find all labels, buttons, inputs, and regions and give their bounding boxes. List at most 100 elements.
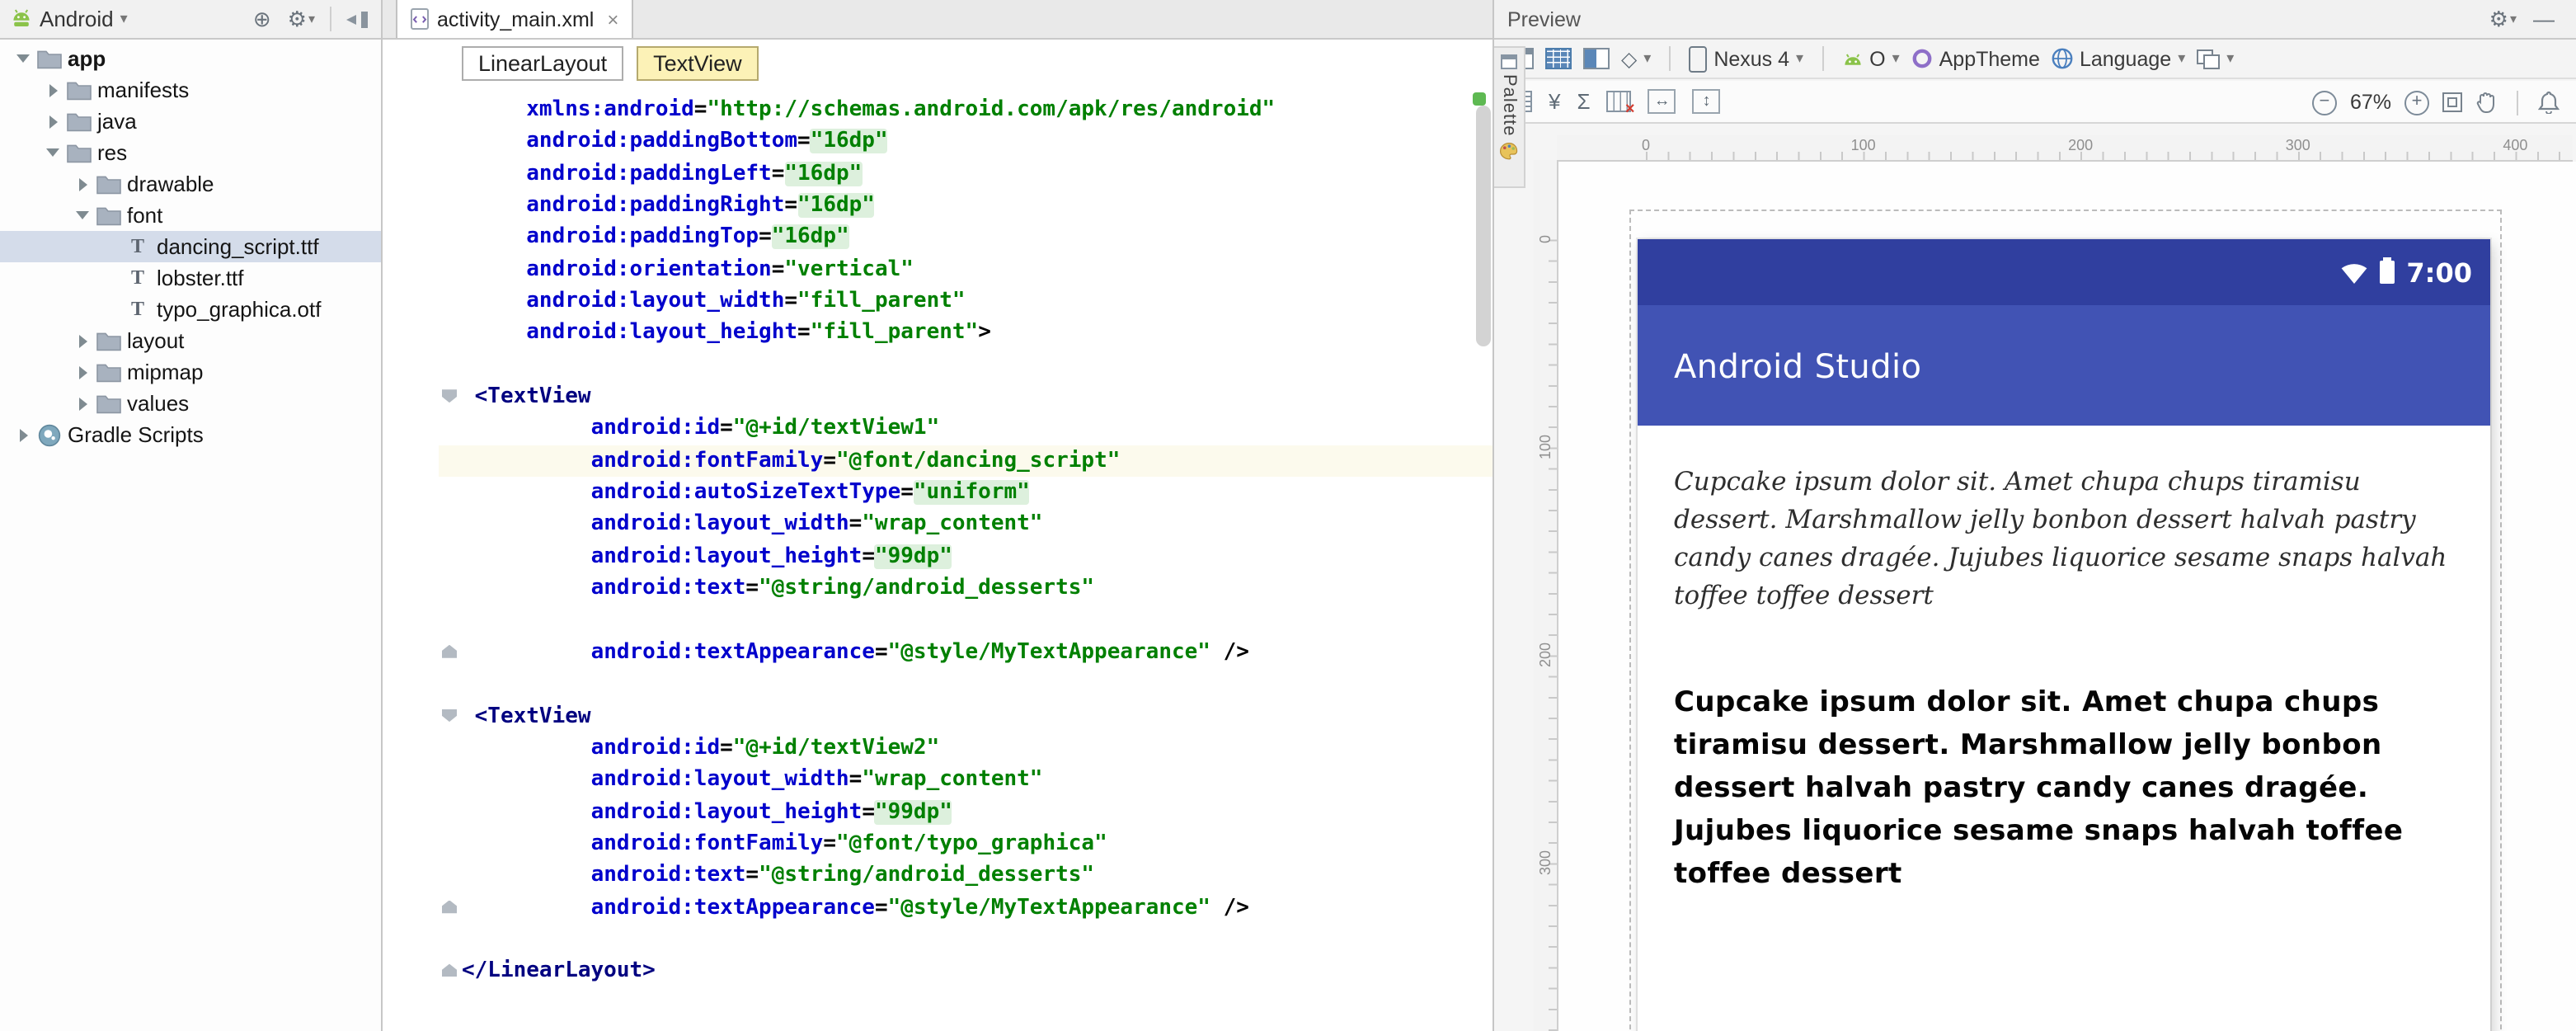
tree-item-java[interactable]: java (0, 106, 381, 137)
code-text[interactable]: android:layout_height="fill_parent"> (439, 318, 1492, 350)
code-text[interactable] (439, 350, 1492, 382)
tree-item-label[interactable]: layout (124, 328, 184, 353)
code-text[interactable]: </LinearLayout> (439, 956, 1492, 988)
tree-item-label[interactable]: Gradle Scripts (64, 422, 204, 447)
code-text[interactable]: android:fontFamily="@font/dancing_script… (439, 445, 1492, 478)
code-text[interactable]: android:orientation="vertical" (439, 253, 1492, 285)
code-text[interactable]: android:layout_width="wrap_content" (439, 764, 1492, 796)
tree-item-label[interactable]: drawable (124, 172, 214, 196)
code-line[interactable]: android:paddingLeft="16dp" (383, 158, 1492, 190)
project-view-selector[interactable]: Android ▾ (0, 7, 138, 31)
fold-marker-icon[interactable] (442, 963, 457, 977)
collapse-arrow-icon[interactable] (16, 54, 30, 63)
tree-item-label[interactable]: lobster.ttf (153, 266, 244, 290)
preview-settings-button[interactable]: ⚙ ▾ (2489, 6, 2517, 32)
code-line[interactable]: android:text="@string/android_desserts" (383, 860, 1492, 892)
expand-arrow-icon[interactable] (78, 177, 87, 191)
tree-item-label[interactable]: mipmap (124, 360, 204, 384)
code-line[interactable] (383, 605, 1492, 637)
breadcrumb-item-textview[interactable]: TextView (637, 45, 759, 80)
close-tab-icon[interactable]: × (607, 7, 618, 31)
code-line[interactable]: android:layout_height="99dp" (383, 796, 1492, 828)
code-line[interactable]: android:text="@string/android_desserts" (383, 572, 1492, 605)
code-line[interactable]: android:id="@+id/textView2" (383, 732, 1492, 765)
expand-arrow-icon[interactable] (78, 397, 87, 410)
tab-activity-main-xml[interactable]: activity_main.xml × (396, 0, 634, 38)
tree-item-label[interactable]: java (94, 109, 137, 134)
tree-item-gradle-scripts[interactable]: Gradle Scripts (0, 419, 381, 450)
code-text[interactable]: android:text="@string/android_desserts" (439, 572, 1492, 605)
device-selector[interactable]: Nexus 4 ▾ (1689, 45, 1803, 72)
locale-selector[interactable]: Language ▾ (2052, 47, 2185, 70)
code-line[interactable] (383, 668, 1492, 700)
code-line[interactable]: android:layout_width="wrap_content" (383, 764, 1492, 796)
project-settings-button[interactable]: ⚙ ▾ (288, 6, 315, 32)
code-line[interactable]: <TextView (383, 700, 1492, 732)
code-line[interactable]: android:paddingBottom="16dp" (383, 126, 1492, 158)
code-line[interactable]: android:layout_width="fill_parent" (383, 285, 1492, 318)
code-text[interactable]: android:paddingLeft="16dp" (439, 158, 1492, 190)
code-line[interactable]: <TextView (383, 381, 1492, 413)
code-text[interactable]: android:paddingBottom="16dp" (439, 126, 1492, 158)
code-line[interactable]: </LinearLayout> (383, 956, 1492, 988)
autoconnect-sigma-icon[interactable]: Σ (1577, 89, 1590, 114)
code-text[interactable]: android:textAppearance="@style/MyTextApp… (439, 892, 1492, 924)
tree-item-dancing-script-ttf[interactable]: Tdancing_script.ttf (0, 231, 381, 262)
notifications-bell-icon[interactable] (2538, 91, 2560, 114)
locate-file-button[interactable]: ⊕ (253, 6, 271, 32)
tree-item-label[interactable]: manifests (94, 78, 189, 102)
zoom-in-icon[interactable] (2404, 90, 2429, 115)
grid-view-icon[interactable] (1545, 48, 1572, 69)
code-line[interactable]: android:orientation="vertical" (383, 253, 1492, 285)
expand-arrow-icon[interactable] (78, 334, 87, 347)
expand-horizontal-icon[interactable]: ↔ (1648, 89, 1676, 114)
api-version-selector[interactable]: O ▾ (1841, 47, 1900, 70)
code-line[interactable]: android:textAppearance="@style/MyTextApp… (383, 892, 1492, 924)
code-text[interactable]: android:textAppearance="@style/MyTextApp… (439, 637, 1492, 669)
zoom-out-icon[interactable] (2311, 90, 2337, 115)
split-view-icon[interactable] (1583, 48, 1610, 69)
tree-item-label[interactable]: dancing_script.ttf (153, 234, 319, 259)
code-text[interactable]: xmlns:android="http://schemas.android.co… (439, 94, 1492, 126)
code-line[interactable]: android:paddingRight="16dp" (383, 190, 1492, 222)
code-line[interactable]: android:id="@+id/textView1" (383, 413, 1492, 445)
code-text[interactable]: android:autoSizeTextType="uniform" (439, 477, 1492, 509)
code-text[interactable] (439, 605, 1492, 637)
breadcrumb-item-linearlayout[interactable]: LinearLayout (462, 45, 624, 80)
tree-item-values[interactable]: values (0, 388, 381, 419)
fold-marker-icon[interactable] (442, 389, 457, 403)
hide-panel-icon[interactable] (346, 11, 368, 27)
layout-variant-selector[interactable]: ▾ (2197, 49, 2234, 68)
inspection-indicator-icon[interactable] (1473, 92, 1486, 106)
pan-hand-icon[interactable] (2475, 91, 2497, 114)
code-text[interactable]: android:layout_width="fill_parent" (439, 285, 1492, 318)
hide-preview-icon[interactable]: — (2533, 7, 2555, 31)
tree-item-lobster-ttf[interactable]: Tlobster.ttf (0, 262, 381, 294)
expand-arrow-icon[interactable] (78, 365, 87, 379)
clear-constraints-icon[interactable] (1606, 91, 1635, 119)
tree-item-label[interactable]: res (94, 140, 127, 165)
tree-item-label[interactable]: font (124, 203, 162, 228)
expand-arrow-icon[interactable] (49, 83, 57, 97)
tree-item-font[interactable]: font (0, 200, 381, 231)
code-line[interactable]: android:textAppearance="@style/MyTextApp… (383, 637, 1492, 669)
code-text[interactable]: android:paddingRight="16dp" (439, 190, 1492, 222)
zoom-fit-icon[interactable] (2442, 92, 2462, 112)
code-line[interactable]: android:layout_height="99dp" (383, 541, 1492, 573)
collapse-arrow-icon[interactable] (76, 211, 89, 219)
tree-item-mipmap[interactable]: mipmap (0, 356, 381, 388)
tree-item-label[interactable]: app (64, 46, 106, 71)
code-line[interactable] (383, 350, 1492, 382)
tree-item-manifests[interactable]: manifests (0, 74, 381, 106)
code-text[interactable]: android:fontFamily="@font/typo_graphica" (439, 828, 1492, 860)
collapse-arrow-icon[interactable] (46, 148, 59, 157)
orientation-selector[interactable]: ◇ ▾ (1621, 46, 1651, 71)
baseline-icon[interactable]: ¥ (1549, 89, 1560, 114)
code-line[interactable]: xmlns:android="http://schemas.android.co… (383, 94, 1492, 126)
code-text[interactable]: android:id="@+id/textView1" (439, 413, 1492, 445)
code-text[interactable]: android:paddingTop="16dp" (439, 222, 1492, 254)
code-line[interactable]: android:layout_height="fill_parent"> (383, 318, 1492, 350)
tree-item-res[interactable]: res (0, 137, 381, 168)
expand-arrow-icon[interactable] (49, 115, 57, 128)
code-text[interactable]: android:text="@string/android_desserts" (439, 860, 1492, 892)
